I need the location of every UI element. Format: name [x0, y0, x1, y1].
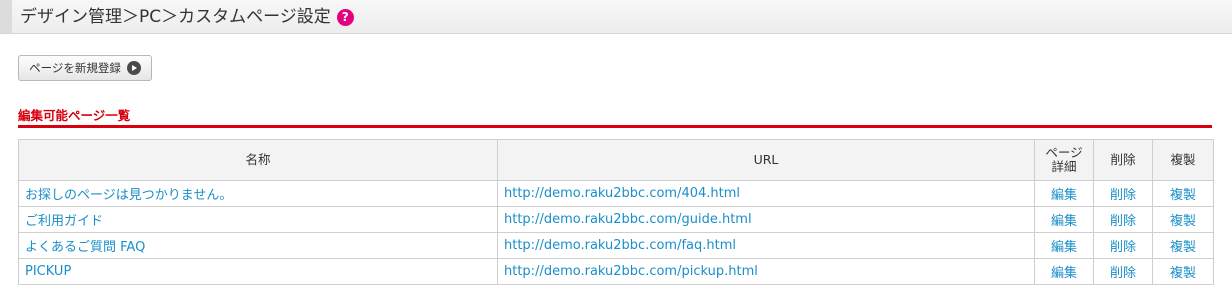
title-accent-bar — [0, 0, 12, 33]
page-name-link[interactable]: PICKUP — [25, 264, 71, 279]
column-header-page-detail-line2: 詳細 — [1051, 159, 1077, 174]
page-name-link[interactable]: よくあるご質問 FAQ — [25, 240, 145, 255]
help-icon[interactable]: ? — [336, 9, 354, 26]
table-row: ご利用ガイド http://demo.raku2bbc.com/guide.ht… — [18, 206, 1214, 233]
table-row: よくあるご質問 FAQ http://demo.raku2bbc.com/faq… — [18, 232, 1214, 259]
editable-pages-table: 名称 URL ページ 詳細 削除 複製 お探しのページは見つかりません。 http… — [18, 139, 1214, 285]
delete-link[interactable]: 削除 — [1110, 266, 1136, 281]
column-header-copy: 複製 — [1152, 139, 1214, 181]
copy-link[interactable]: 複製 — [1170, 188, 1196, 203]
edit-link[interactable]: 編集 — [1051, 266, 1077, 281]
delete-link[interactable]: 削除 — [1110, 188, 1136, 203]
page-url-link[interactable]: http://demo.raku2bbc.com/faq.html — [504, 238, 736, 253]
add-new-page-button[interactable]: ページを新規登録 — [18, 55, 152, 81]
column-header-url: URL — [497, 139, 1035, 181]
copy-link[interactable]: 複製 — [1170, 214, 1196, 229]
page-url-link[interactable]: http://demo.raku2bbc.com/guide.html — [504, 212, 752, 227]
edit-link[interactable]: 編集 — [1051, 188, 1077, 203]
table-row: PICKUP http://demo.raku2bbc.com/pickup.h… — [18, 258, 1214, 285]
copy-link[interactable]: 複製 — [1170, 266, 1196, 281]
column-header-delete: 削除 — [1093, 139, 1153, 181]
add-new-page-label: ページを新規登録 — [29, 61, 121, 75]
delete-link[interactable]: 削除 — [1110, 214, 1136, 229]
section-heading: 編集可能ページ一覧 — [18, 108, 131, 123]
page-name-link[interactable]: ご利用ガイド — [25, 214, 103, 229]
column-header-page-detail-line1: ページ — [1045, 145, 1083, 160]
page-title-text: デザイン管理＞PC＞カスタムページ設定 — [20, 7, 331, 27]
page-name-link[interactable]: お探しのページは見つかりません。 — [25, 188, 232, 203]
page-url-link[interactable]: http://demo.raku2bbc.com/404.html — [504, 186, 740, 201]
page-url-link[interactable]: http://demo.raku2bbc.com/pickup.html — [504, 264, 758, 279]
edit-link[interactable]: 編集 — [1051, 214, 1077, 229]
page-title: デザイン管理＞PC＞カスタムページ設定? — [20, 7, 354, 27]
copy-link[interactable]: 複製 — [1170, 240, 1196, 255]
table-row: お探しのページは見つかりません。 http://demo.raku2bbc.co… — [18, 180, 1214, 207]
arrow-right-circle-icon — [126, 61, 141, 75]
page-title-bar: デザイン管理＞PC＞カスタムページ設定? — [0, 0, 1232, 34]
column-header-page-detail: ページ 詳細 — [1034, 139, 1094, 181]
column-header-name: 名称 — [18, 139, 498, 181]
section-divider — [18, 125, 1212, 128]
edit-link[interactable]: 編集 — [1051, 240, 1077, 255]
table-header-row: 名称 URL ページ 詳細 削除 複製 — [18, 139, 1214, 181]
delete-link[interactable]: 削除 — [1110, 240, 1136, 255]
